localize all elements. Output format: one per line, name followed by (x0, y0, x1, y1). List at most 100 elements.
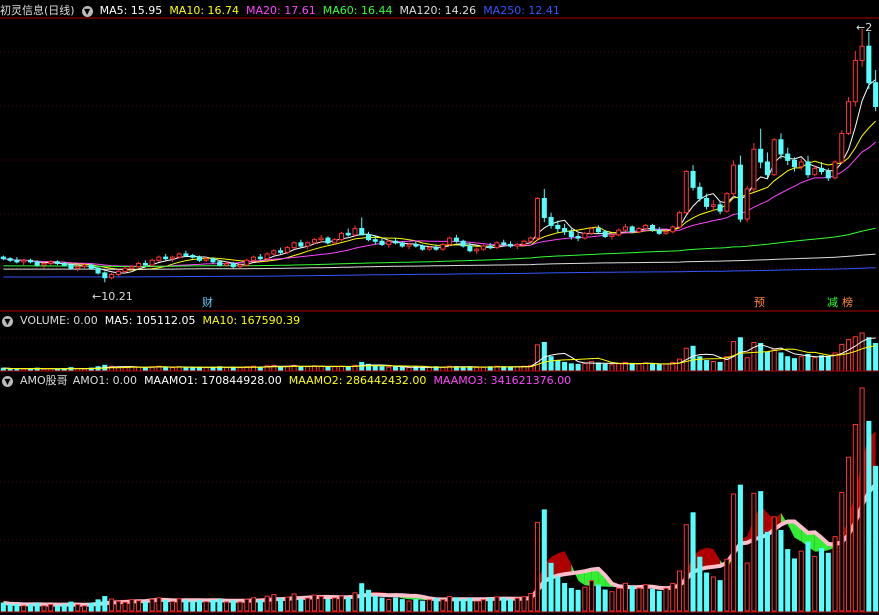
candle-body (751, 148, 757, 190)
amo-bar (575, 589, 581, 612)
volume-bar (507, 366, 514, 372)
amo-bar (183, 599, 189, 612)
amo-bar (514, 597, 520, 612)
candle-body (7, 258, 13, 261)
amo-bar (737, 484, 743, 612)
ma-line-5 (3, 79, 876, 274)
candle-body (548, 216, 554, 226)
candle-body (257, 256, 263, 260)
candle-body (764, 161, 770, 176)
high-arrow-icon: ← (856, 21, 866, 34)
volume-bar (859, 332, 865, 372)
main-indicator-0: MA5: 15.95 (99, 4, 163, 17)
candle-body (859, 45, 865, 61)
volume-bar (568, 363, 574, 372)
amo-bar (0, 602, 6, 612)
candle-body (460, 240, 466, 247)
amo-bar (447, 596, 453, 612)
volume-bar (535, 344, 541, 372)
main-indicator-2: MA20: 17.61 (246, 4, 316, 17)
candle-body (54, 261, 61, 264)
amo-bar (7, 603, 13, 612)
candle-body (480, 245, 486, 250)
candle-body (169, 256, 175, 260)
volume-bar (764, 351, 770, 372)
candle-body (737, 164, 743, 220)
amo-bar (142, 601, 148, 612)
volume-bar (298, 366, 304, 372)
candle-body (785, 153, 791, 161)
amo-bar (298, 599, 304, 612)
volume-bar (663, 363, 669, 372)
candle-body (575, 235, 581, 239)
amo-bar (14, 603, 20, 612)
candle-body (359, 228, 365, 236)
candle-body (778, 139, 784, 155)
marker-forecast[interactable]: 预 (752, 296, 767, 309)
volume-bar (744, 357, 750, 372)
amo-bar (345, 597, 351, 612)
volume-bar (643, 362, 649, 372)
amo-bar (798, 550, 804, 612)
volume-bar (636, 363, 642, 372)
volume-bar (737, 337, 743, 372)
low-arrow-icon: ← (92, 290, 102, 303)
candle-body (311, 239, 317, 244)
candle-body (325, 237, 331, 244)
amo-bar (568, 588, 574, 612)
amo-bar (643, 584, 649, 612)
amo-bar (41, 605, 47, 612)
candle-body (582, 232, 588, 239)
volume-bar (710, 361, 716, 372)
candle-body (731, 164, 737, 195)
chevron-down-icon[interactable]: ▼ (2, 375, 13, 387)
volume-bar (758, 342, 764, 372)
candle-body (663, 231, 669, 234)
candle-body (805, 161, 811, 176)
amo-bar (771, 516, 777, 612)
candle-body (453, 237, 459, 242)
amo-bar (156, 597, 162, 612)
candle-body (873, 82, 879, 107)
candle-body (562, 228, 568, 233)
amo-panel-header: ▼ AMO股哥 AMO1: 0.00 MAAMO1: 170844928.00 MA… (0, 373, 578, 389)
stock-chart[interactable] (0, 0, 879, 615)
chevron-down-icon[interactable]: ▼ (2, 315, 13, 327)
volume-bar (595, 362, 601, 372)
amo-bar (372, 595, 378, 612)
amo-bar (764, 531, 770, 612)
candle-body (426, 247, 432, 250)
amo-bar (555, 576, 561, 612)
marker-reduce[interactable]: 减 (825, 296, 840, 309)
amo-bar (426, 599, 432, 612)
candle-body (68, 264, 74, 269)
amo-bar (717, 580, 723, 612)
volume-bar (359, 361, 365, 372)
amo-bars (0, 387, 879, 612)
candle-body (812, 167, 818, 176)
amo-bar (501, 597, 507, 612)
amo-ribbon-segment (557, 551, 565, 576)
volume-bar (325, 366, 331, 372)
candle-body (507, 243, 514, 247)
candle-body (386, 240, 392, 245)
candle-body (223, 262, 230, 266)
amo-bar (602, 589, 608, 612)
volume-bar (562, 361, 568, 372)
low-price-label: ←10.21 (92, 290, 133, 303)
volume-bar (480, 366, 486, 372)
chevron-down-icon[interactable]: ▼ (81, 5, 93, 17)
candle-body (298, 242, 304, 247)
candle-body (474, 248, 480, 252)
volume-bar (778, 352, 784, 372)
marker-list[interactable]: 榜 (840, 296, 855, 309)
candle-body (852, 59, 858, 103)
marker-financial[interactable]: 财 (200, 296, 215, 309)
amo-bar (223, 601, 230, 612)
amo-bar (196, 599, 202, 612)
candle-body (602, 231, 608, 237)
amo-bar (48, 604, 54, 612)
candle-body (555, 224, 561, 230)
main-indicator-1: MA10: 16.74 (169, 4, 240, 17)
candle-body (649, 224, 656, 231)
